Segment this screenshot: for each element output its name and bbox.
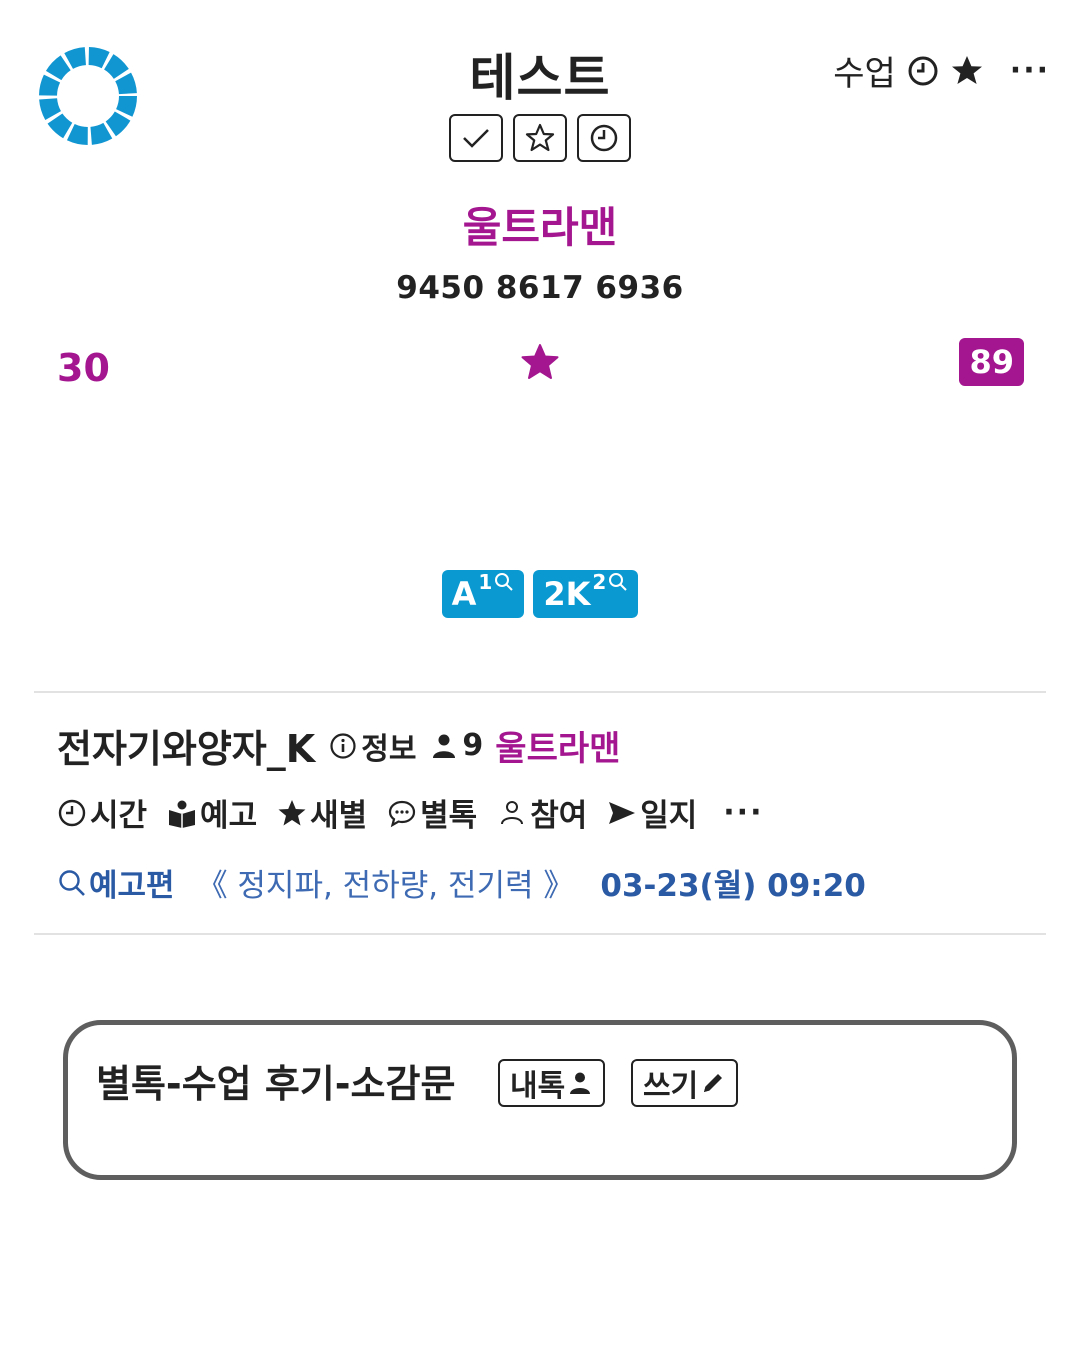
menu-journal[interactable]: 일지	[607, 790, 697, 835]
send-icon	[609, 801, 636, 824]
pencil-icon	[704, 1074, 723, 1092]
menu-label: 별톡	[420, 798, 478, 834]
divider	[34, 933, 1046, 935]
check-button[interactable]	[449, 114, 503, 162]
favorite-button[interactable]	[513, 114, 567, 162]
chip-a[interactable]: A 1	[441, 570, 525, 618]
member-count-button[interactable]: 9	[430, 728, 483, 763]
clock-icon	[58, 799, 86, 826]
chip-label: A	[451, 575, 477, 613]
review-panel: 별톡-수업 후기-소감문 내톡 쓰기	[63, 1020, 1017, 1180]
schedule-button[interactable]	[577, 114, 631, 162]
review-title: 별톡-수업 후기-소감문	[96, 1062, 456, 1106]
menu-star-talk[interactable]: 별톡	[387, 790, 477, 835]
book-icon	[169, 800, 196, 828]
star-icon[interactable]	[950, 54, 984, 88]
star-icon[interactable]	[520, 343, 560, 383]
preview-topic[interactable]: 《 정지파, 전하량, 전기력 》	[197, 860, 575, 905]
room-menu: 시간 예고 새별 별톡 참여 일지 ···	[57, 790, 763, 835]
status-buttons	[0, 114, 1080, 162]
preview-row: 예고편 《 정지파, 전하량, 전기력 》 03-23(월) 09:20	[57, 860, 866, 905]
class-label[interactable]: 수업	[833, 46, 896, 95]
chat-icon	[389, 800, 416, 827]
chip-sup: 2	[592, 570, 607, 594]
menu-label: 새별	[310, 798, 368, 834]
menu-label: 예고	[200, 798, 258, 834]
clock-icon[interactable]	[906, 54, 940, 88]
check-icon	[463, 129, 489, 148]
member-count: 9	[462, 728, 484, 763]
clock-icon	[590, 124, 618, 152]
room-info-row: 전자기와양자_K 정보 9 울트라맨	[57, 718, 620, 773]
more-menu-button[interactable]: ···	[1010, 53, 1050, 88]
count-label: 30	[57, 346, 110, 390]
menu-label: 참여	[530, 798, 588, 834]
menu-label: 시간	[90, 798, 148, 834]
room-name[interactable]: 전자기와양자_K	[57, 718, 315, 773]
menu-new-star[interactable]: 새별	[277, 790, 367, 835]
write-button[interactable]: 쓰기	[631, 1059, 739, 1107]
info-icon	[330, 732, 356, 759]
menu-join[interactable]: 참여	[497, 790, 587, 835]
menu-label: 일지	[640, 798, 698, 834]
top-right-controls: 수업 ···	[833, 46, 1050, 95]
preview-label: 예고편	[89, 868, 175, 904]
person-outline-icon	[501, 800, 524, 824]
person-icon	[433, 734, 456, 758]
search-icon	[495, 573, 514, 591]
info-label: 정보	[361, 731, 417, 767]
write-label: 쓰기	[643, 1069, 699, 1104]
info-button[interactable]: 정보	[329, 724, 416, 768]
chip-2k[interactable]: 2K 2	[533, 570, 639, 618]
menu-time[interactable]: 시간	[57, 790, 147, 835]
count-badge: 89	[959, 338, 1024, 386]
page: 테스트 수업 ··· 울트라맨 9450 8617 6936 30 89 A 1…	[0, 0, 1080, 1352]
person-icon	[570, 1072, 591, 1094]
search-icon	[59, 869, 85, 896]
menu-preview[interactable]: 예고	[167, 790, 257, 835]
chip-sup: 1	[478, 570, 493, 594]
teacher-name[interactable]: 울트라맨	[0, 194, 1080, 255]
search-icon	[609, 573, 628, 591]
menu-more-button[interactable]: ···	[723, 795, 763, 830]
room-code: 9450 8617 6936	[396, 270, 684, 306]
preview-link[interactable]: 예고편	[57, 860, 175, 905]
my-talk-label: 내톡	[510, 1069, 566, 1104]
preview-date: 03-23(월) 09:20	[600, 868, 866, 904]
star-icon	[278, 799, 306, 825]
divider	[34, 691, 1046, 693]
level-chips: A 1 2K 2	[0, 570, 1080, 618]
chip-label: 2K	[543, 575, 591, 613]
star-outline-icon	[525, 123, 555, 152]
room-teacher[interactable]: 울트라맨	[495, 721, 620, 770]
my-talk-button[interactable]: 내톡	[498, 1059, 606, 1107]
